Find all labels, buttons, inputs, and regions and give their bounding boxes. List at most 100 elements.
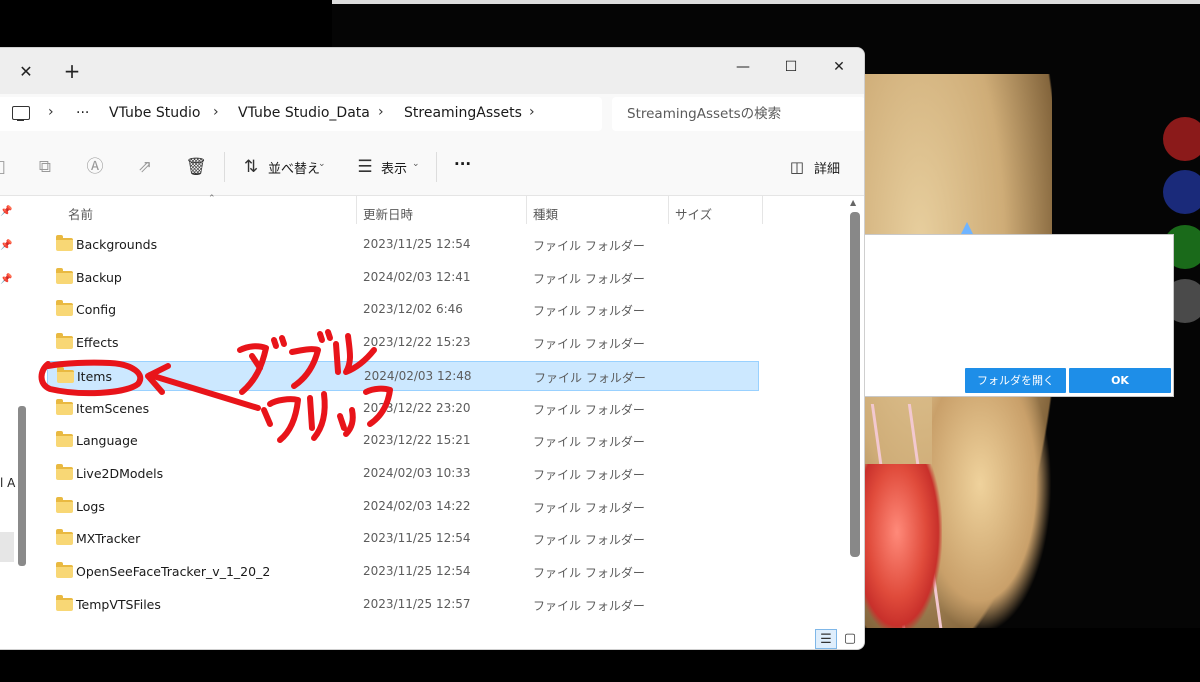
folder-icon xyxy=(57,366,74,383)
file-modified: 2023/12/02 6:46 xyxy=(363,302,463,317)
column-divider[interactable] xyxy=(356,196,357,224)
file-type: ファイル フォルダー xyxy=(533,337,645,352)
file-row[interactable]: TempVTSFiles 2023/11/25 12:57 ファイル フォルダー xyxy=(47,590,759,620)
file-name: OpenSeeFaceTracker_v_1_20_2 xyxy=(76,564,271,579)
new-tab-icon[interactable]: + xyxy=(62,61,82,81)
file-name: MXTracker xyxy=(76,531,141,547)
toolbar-divider xyxy=(436,152,437,182)
breadcrumb-separator-icon[interactable]: › xyxy=(48,104,54,120)
avatar-hair-lock xyxy=(932,384,1052,628)
file-modified: 2024/02/03 12:48 xyxy=(364,368,472,383)
breadcrumb-separator-icon[interactable]: › xyxy=(213,104,219,120)
folder-icon xyxy=(56,333,73,350)
column-header-name[interactable]: 名前 xyxy=(68,204,93,223)
open-folder-button[interactable]: フォルダを開く xyxy=(965,368,1066,393)
search-input[interactable] xyxy=(612,97,864,131)
details-button[interactable]: 詳細 xyxy=(814,158,840,177)
file-name: Backgrounds xyxy=(76,237,158,252)
folder-icon xyxy=(56,463,73,480)
chevron-down-icon[interactable]: ⌄ xyxy=(318,159,326,169)
file-row[interactable]: Items 2024/02/03 12:48 ファイル フォルダー xyxy=(47,360,759,391)
folder-icon xyxy=(56,594,73,611)
view-icon[interactable]: ☰ xyxy=(354,156,376,178)
column-header-size[interactable]: サイズ xyxy=(675,204,712,223)
address-bar: › ··· VTube Studio › VTube Studio_Data ›… xyxy=(0,94,864,138)
file-row[interactable]: MXTracker 2023/11/25 12:54 ファイル フォルダー xyxy=(47,524,759,554)
file-row[interactable]: Backup 2024/02/03 12:41 ファイル フォルダー xyxy=(47,263,759,293)
pin-icon[interactable]: 📌 xyxy=(0,206,12,218)
details-pane-icon[interactable]: ◫ xyxy=(786,156,808,178)
pin-icon[interactable]: 📌 xyxy=(0,274,12,286)
this-pc-icon[interactable] xyxy=(12,106,30,121)
nav-scrollbar[interactable] xyxy=(18,406,26,566)
scroll-up-icon[interactable]: ▲ xyxy=(850,198,856,207)
folder-icon xyxy=(56,496,73,513)
file-row[interactable]: Language 2023/12/22 15:21 ファイル フォルダー xyxy=(47,426,759,456)
file-row[interactable]: OpenSeeFaceTracker_v_1_20_2 2023/11/25 12… xyxy=(47,557,759,587)
breadcrumb-vtube-studio[interactable]: VTube Studio xyxy=(109,105,200,121)
breadcrumb-vtube-studio-data[interactable]: VTube Studio_Data xyxy=(238,105,370,121)
cut-icon[interactable]: ▯ xyxy=(0,156,12,178)
minimize-icon[interactable]: — xyxy=(720,53,766,81)
file-modified: 2023/11/25 12:54 xyxy=(363,237,471,251)
file-type: ファイル フォルダー xyxy=(533,533,645,548)
column-divider[interactable] xyxy=(668,196,669,224)
column-header-type[interactable]: 種類 xyxy=(533,204,558,223)
breadcrumb-streaming-assets[interactable]: StreamingAssets xyxy=(404,105,522,121)
folder-icon xyxy=(56,300,73,317)
file-modified: 2023/11/25 12:57 xyxy=(363,596,471,611)
copy-icon[interactable]: ⧉ xyxy=(34,156,56,178)
file-modified: 2023/12/22 23:20 xyxy=(363,400,471,415)
file-name: Effects xyxy=(76,335,119,351)
folder-icon xyxy=(56,431,73,448)
file-list-scrollbar[interactable] xyxy=(850,212,860,557)
maximize-icon[interactable]: ☐ xyxy=(768,53,814,81)
sort-button[interactable]: 並べ替え xyxy=(268,158,320,177)
search-box[interactable] xyxy=(612,97,864,131)
file-row[interactable]: Logs 2024/02/03 14:22 ファイル フォルダー xyxy=(47,492,759,522)
file-name: TempVTSFiles xyxy=(76,596,161,612)
file-row[interactable]: Config 2023/12/02 6:46 ファイル フォルダー xyxy=(47,295,759,325)
details-view-icon[interactable]: ☰ xyxy=(815,629,837,649)
file-modified: 2023/11/25 12:54 xyxy=(363,531,471,546)
file-type: ファイル フォルダー xyxy=(533,304,645,319)
file-row[interactable]: Backgrounds 2023/11/25 12:54 ファイル フォルダー xyxy=(47,230,759,260)
large-icons-view-icon[interactable]: ▢ xyxy=(839,629,861,649)
delete-icon[interactable]: 🗑 xyxy=(185,156,207,178)
rename-icon[interactable]: Ⓐ xyxy=(84,156,106,178)
toolbar-divider xyxy=(224,152,225,182)
breadcrumb-separator-icon[interactable]: › xyxy=(529,104,535,120)
content-area: 📌 📌 📌 l A ⌃ 名前 更新日時 種類 サイズ Backgrounds 20… xyxy=(0,194,864,649)
file-type: ファイル フォルダー xyxy=(533,500,645,515)
more-options-button[interactable]: ··· xyxy=(454,155,471,173)
breadcrumb-separator-icon[interactable]: › xyxy=(378,104,384,120)
breadcrumb-more[interactable]: ··· xyxy=(76,105,89,121)
breadcrumb[interactable]: › ··· VTube Studio › VTube Studio_Data ›… xyxy=(0,97,602,131)
tab-close-icon[interactable]: ✕ xyxy=(16,62,36,82)
view-button[interactable]: 表示 xyxy=(381,158,407,177)
file-row[interactable]: Live2DModels 2024/02/03 10:33 ファイル フォルダー xyxy=(47,459,759,489)
vts-dialog: フォルダを開く OK xyxy=(864,234,1174,397)
vts-red-button[interactable] xyxy=(1163,117,1200,161)
chevron-down-icon[interactable]: ⌄ xyxy=(412,159,420,169)
file-row[interactable]: ItemScenes 2023/12/22 23:20 ファイル フォルダー xyxy=(47,394,759,424)
title-bar: ✕ + — ☐ ✕ xyxy=(0,48,864,94)
share-icon[interactable]: ⇗ xyxy=(134,156,156,178)
column-divider[interactable] xyxy=(526,196,527,224)
file-name: Language xyxy=(76,433,138,449)
column-header-modified[interactable]: 更新日時 xyxy=(363,204,413,223)
vts-blue-button[interactable] xyxy=(1163,170,1200,214)
nav-item-selected[interactable] xyxy=(0,532,14,562)
sort-icon[interactable]: ⇅ xyxy=(240,156,262,178)
file-type: ファイル フォルダー xyxy=(533,566,645,580)
nav-item-partial[interactable]: l A xyxy=(0,476,15,490)
file-type: ファイル フォルダー xyxy=(533,402,645,417)
folder-icon xyxy=(56,529,73,546)
column-divider[interactable] xyxy=(762,196,763,224)
pin-icon[interactable]: 📌 xyxy=(0,240,12,252)
close-window-icon[interactable]: ✕ xyxy=(816,53,862,81)
ok-button[interactable]: OK xyxy=(1069,368,1171,393)
folder-icon xyxy=(56,235,73,251)
file-row[interactable]: Effects 2023/12/22 15:23 ファイル フォルダー xyxy=(47,328,759,358)
avatar-dress xyxy=(852,464,942,628)
